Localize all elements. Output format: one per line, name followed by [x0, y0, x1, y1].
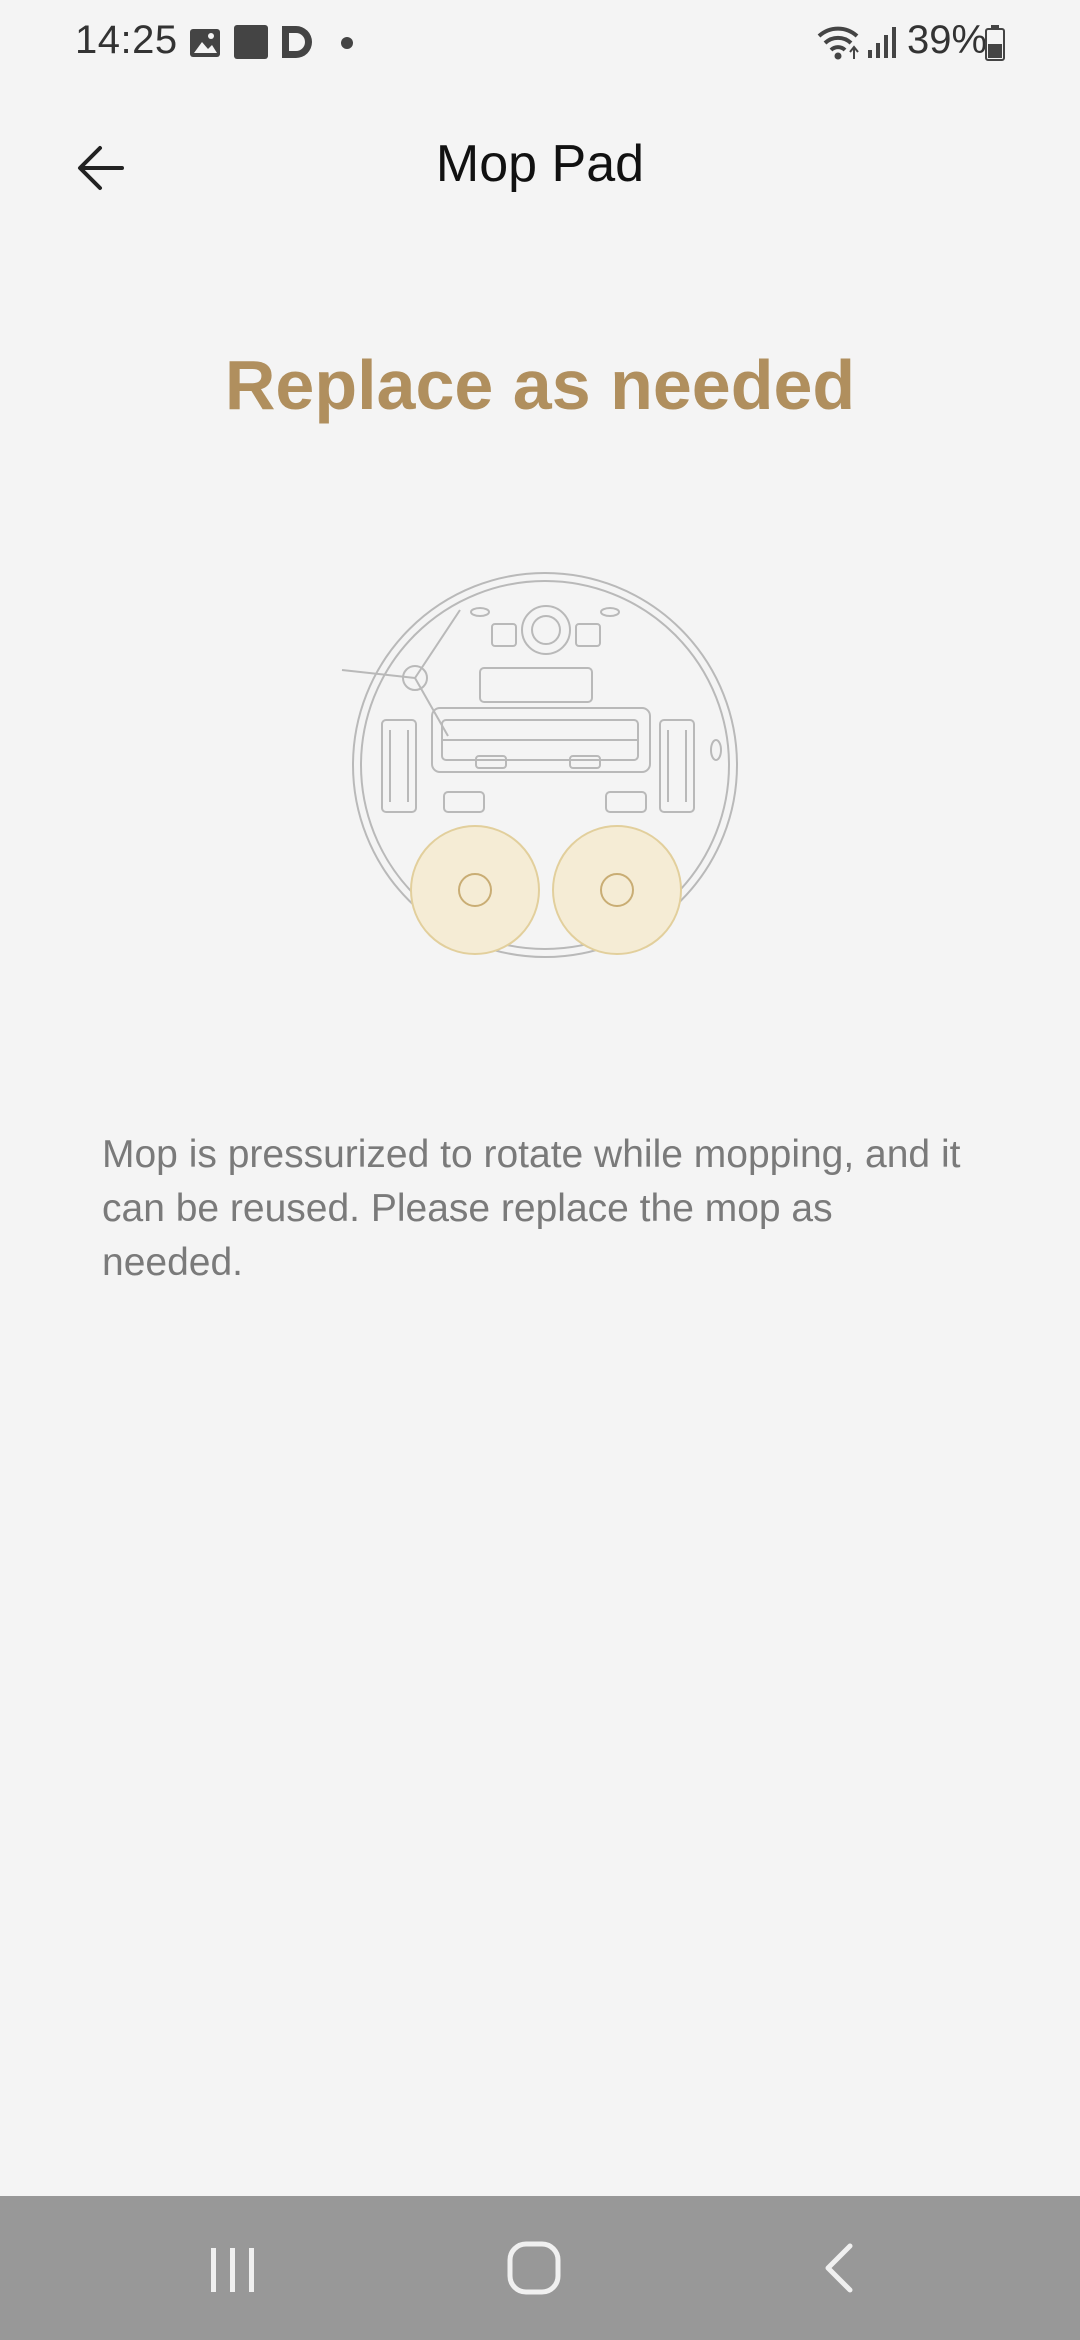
- square-notification-icon: [234, 25, 268, 59]
- recent-apps-icon: [211, 2248, 254, 2292]
- status-bar: 14:25 39%: [0, 0, 1080, 90]
- battery-icon: [985, 25, 1005, 61]
- system-nav-bar: [0, 2196, 1080, 2340]
- headline: Replace as needed: [224, 346, 856, 424]
- gallery-icon: [190, 29, 220, 57]
- home-icon: [507, 2241, 561, 2295]
- robot-vacuum-bottom-icon: [341, 572, 738, 958]
- signal-icon: [868, 27, 896, 58]
- status-time: 14:25: [75, 18, 178, 62]
- back-icon: [825, 2243, 853, 2293]
- nav-back-button[interactable]: [790, 2226, 890, 2310]
- mop-pad-right: [552, 825, 682, 955]
- wifi-icon: [817, 26, 859, 60]
- app-header: Mop Pad: [0, 110, 1080, 220]
- battery-percentage: 39%: [907, 18, 988, 62]
- dot-icon: [341, 37, 353, 49]
- recent-apps-button[interactable]: [183, 2226, 283, 2310]
- robot-vacuum-illustration: [330, 560, 750, 980]
- d-app-icon: [282, 26, 312, 58]
- description-text: Mop is pressurized to rotate while moppi…: [102, 1133, 961, 1284]
- mop-pad-left: [410, 825, 540, 955]
- page-title: Mop Pad: [435, 135, 645, 193]
- home-button[interactable]: [485, 2226, 585, 2310]
